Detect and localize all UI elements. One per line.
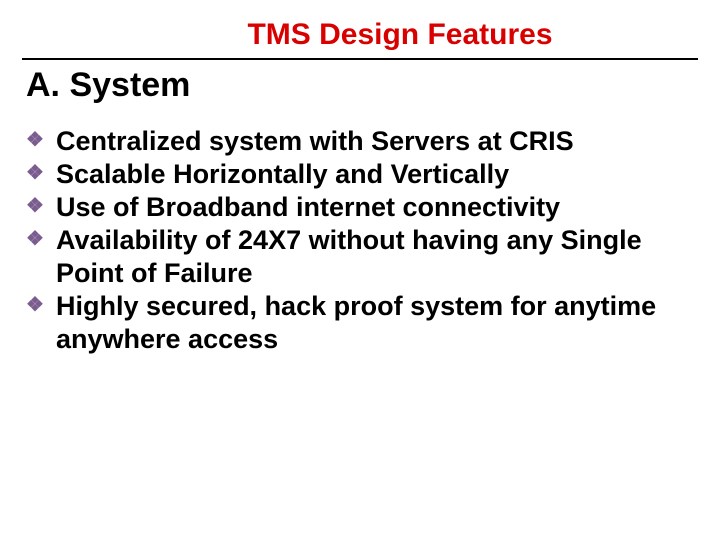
bullet-list: ❖ Centralized system with Servers at CRI… xyxy=(22,125,698,356)
list-item: ❖ Availability of 24X7 without having an… xyxy=(26,224,698,290)
slide: TMS Design Features A. System ❖ Centrali… xyxy=(0,0,720,540)
list-item: ❖ Centralized system with Servers at CRI… xyxy=(26,125,698,158)
diamond-bullet-icon: ❖ xyxy=(26,131,44,149)
list-item: ❖ Use of Broadband internet connectivity xyxy=(26,191,698,224)
list-item: ❖ Highly secured, hack proof system for … xyxy=(26,290,698,356)
bullet-text: Availability of 24X7 without having any … xyxy=(56,225,642,288)
diamond-bullet-icon: ❖ xyxy=(26,230,44,248)
bullet-text: Scalable Horizontally and Vertically xyxy=(56,159,509,189)
bullet-text: Centralized system with Servers at CRIS xyxy=(56,126,574,156)
slide-title: TMS Design Features xyxy=(22,18,698,60)
section-heading: A. System xyxy=(22,66,698,105)
diamond-bullet-icon: ❖ xyxy=(26,296,44,314)
bullet-text: Use of Broadband internet connectivity xyxy=(56,192,560,222)
diamond-bullet-icon: ❖ xyxy=(26,164,44,182)
list-item: ❖ Scalable Horizontally and Vertically xyxy=(26,158,698,191)
diamond-bullet-icon: ❖ xyxy=(26,197,44,215)
bullet-text: Highly secured, hack proof system for an… xyxy=(56,291,656,354)
